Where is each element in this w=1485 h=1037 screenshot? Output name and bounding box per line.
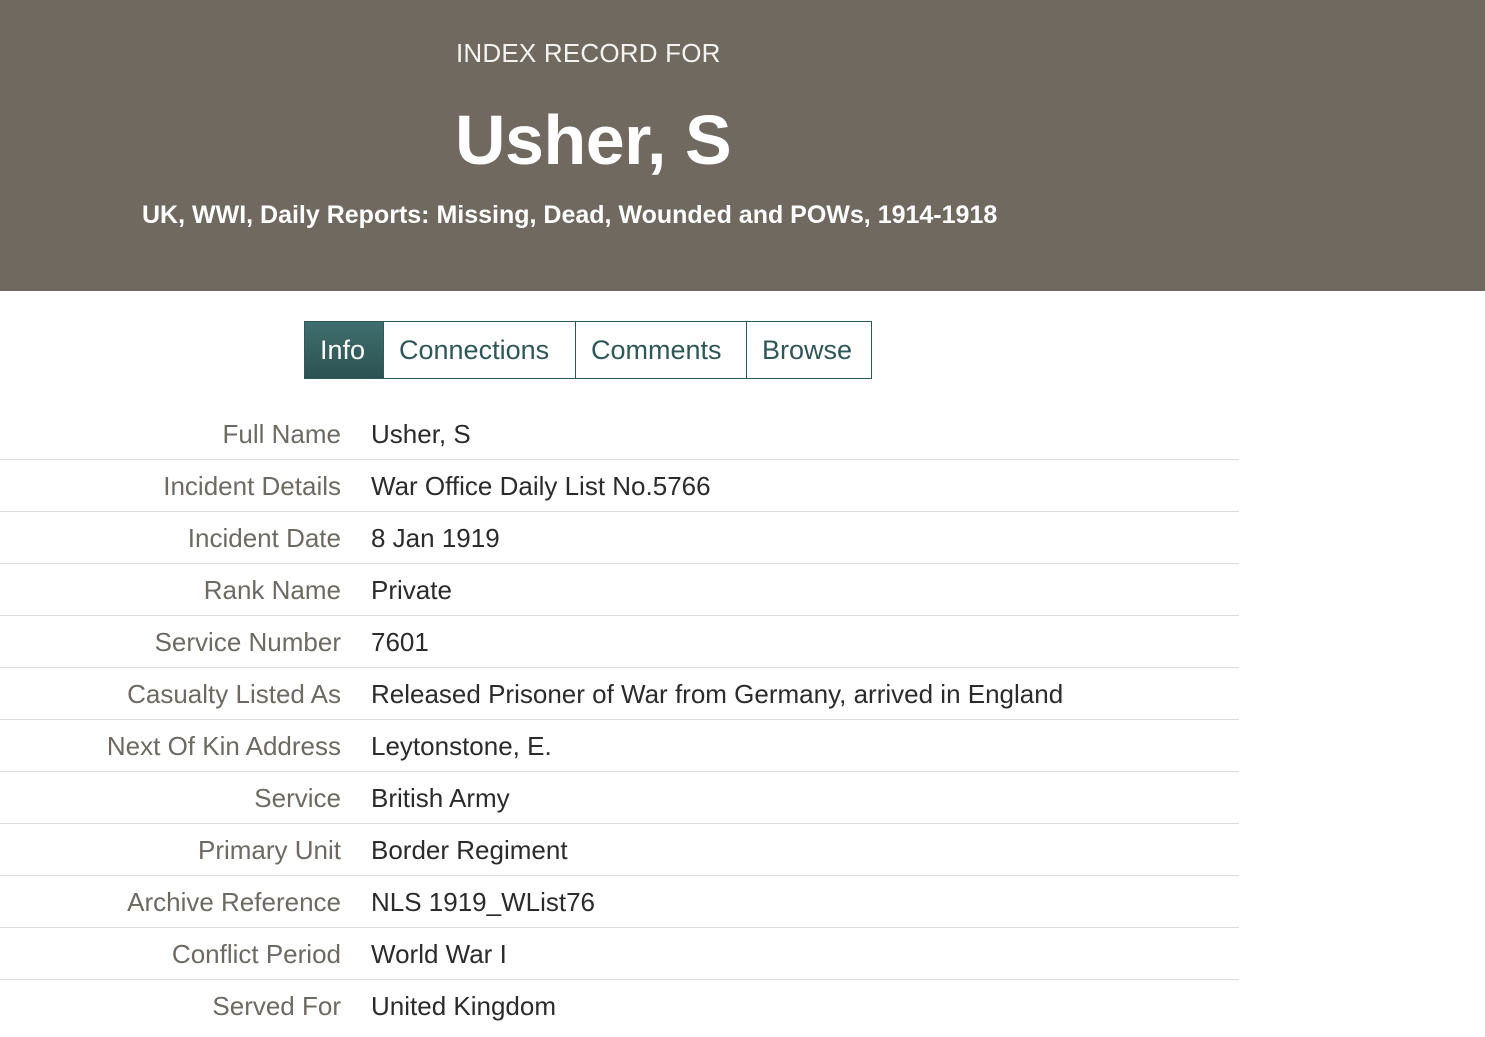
detail-row-next-of-kin-address: Next Of Kin Address Leytonstone, E. xyxy=(0,720,1239,772)
detail-row-rank-name: Rank Name Private xyxy=(0,564,1239,616)
detail-row-archive-reference: Archive Reference NLS 1919_WList76 xyxy=(0,876,1239,928)
detail-row-primary-unit: Primary Unit Border Regiment xyxy=(0,824,1239,876)
detail-label: Conflict Period xyxy=(171,939,341,969)
detail-value: Private xyxy=(371,575,452,605)
record-header: INDEX RECORD FOR Usher, S UK, WWI, Daily… xyxy=(0,0,1485,291)
record-details-table: Full Name Usher, S Incident Details War … xyxy=(0,408,1239,1032)
detail-label: Service xyxy=(254,783,341,813)
tab-browse[interactable]: Browse xyxy=(747,322,871,378)
tab-comments[interactable]: Comments xyxy=(576,322,747,378)
detail-value: NLS 1919_WList76 xyxy=(371,887,596,917)
record-tabs: Info Connections Comments Browse xyxy=(304,321,872,379)
detail-row-full-name: Full Name Usher, S xyxy=(0,408,1239,460)
detail-value: Usher, S xyxy=(371,419,471,449)
detail-label: Archive Reference xyxy=(127,887,341,917)
detail-value: Border Regiment xyxy=(371,835,568,865)
detail-label: Primary Unit xyxy=(197,835,341,865)
detail-value: United Kingdom xyxy=(371,991,556,1021)
detail-label: Next Of Kin Address xyxy=(106,731,341,761)
tab-connections[interactable]: Connections xyxy=(384,322,576,378)
detail-row-served-for: Served For United Kingdom xyxy=(0,980,1239,1032)
detail-label: Served For xyxy=(212,991,341,1021)
detail-label: Full Name xyxy=(222,419,341,449)
collection-title[interactable]: UK, WWI, Daily Reports: Missing, Dead, W… xyxy=(142,198,997,232)
detail-label: Casualty Listed As xyxy=(127,679,341,709)
detail-row-incident-details: Incident Details War Office Daily List N… xyxy=(0,460,1239,512)
tab-info[interactable]: Info xyxy=(305,322,384,378)
detail-row-service: Service British Army xyxy=(0,772,1239,824)
detail-label: Service Number xyxy=(154,627,341,657)
detail-label: Incident Details xyxy=(163,471,341,501)
detail-label: Rank Name xyxy=(203,575,341,605)
detail-row-conflict-period: Conflict Period World War I xyxy=(0,928,1239,980)
detail-value: Leytonstone, E. xyxy=(371,731,552,761)
detail-row-casualty-listed-as: Casualty Listed As Released Prisoner of … xyxy=(0,668,1239,720)
detail-value: World War I xyxy=(371,939,507,969)
record-title: Usher, S xyxy=(455,101,732,179)
detail-value: Released Prisoner of War from Germany, a… xyxy=(371,679,1064,709)
detail-value: 7601 xyxy=(371,627,429,657)
detail-label: Incident Date xyxy=(187,523,341,553)
detail-row-incident-date: Incident Date 8 Jan 1919 xyxy=(0,512,1239,564)
detail-value: British Army xyxy=(371,783,510,813)
detail-value: 8 Jan 1919 xyxy=(371,523,500,553)
detail-value: War Office Daily List No.5766 xyxy=(371,471,711,501)
detail-row-service-number: Service Number 7601 xyxy=(0,616,1239,668)
record-kicker: INDEX RECORD FOR xyxy=(456,38,721,68)
